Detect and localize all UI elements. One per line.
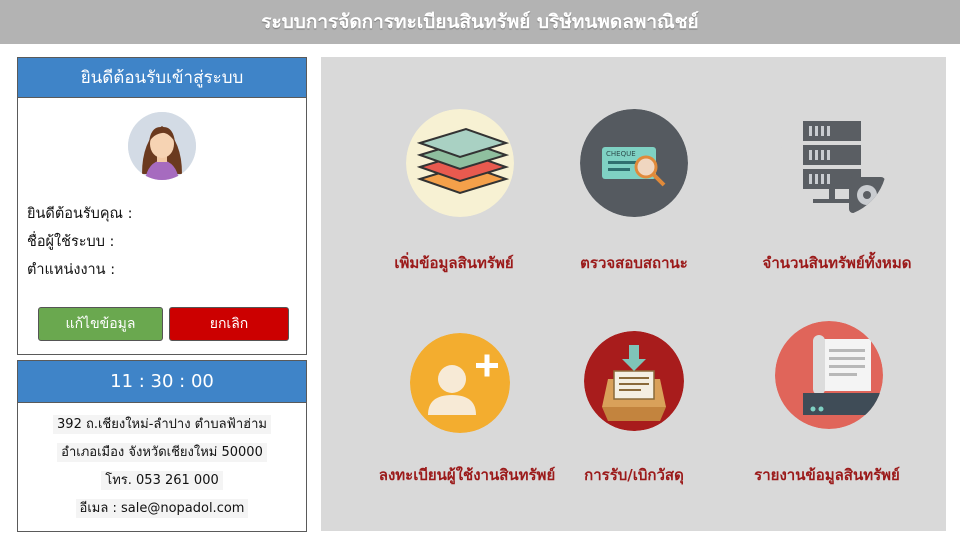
username-label: ชื่อผู้ใช้ระบบ :: [27, 234, 115, 250]
greeting-label: ยินดีต้อนรับคุณ :: [27, 206, 133, 222]
page-title: ระบบการจัดการทะเบียนสินทรัพย์ บริษัทนพดล…: [261, 11, 699, 33]
printer-report-icon: [775, 321, 883, 429]
clock-time: 11 : 30 : 00: [18, 361, 306, 403]
welcome-panel: ยินดีต้อนรับเข้าสู่ระบบ ยินดีต้อนรับคุณ …: [17, 57, 307, 355]
address-line-2: อำเภอเมือง จังหวัดเชียงใหม่ 50000: [57, 443, 267, 462]
address-line-1: 392 ถ.เชียงใหม่-ลำปาง ตำบลฟ้าฮ่าม: [53, 415, 271, 434]
user-avatar-icon: [128, 112, 196, 180]
menu-report[interactable]: รายงานข้อมูลสินทรัพย์: [727, 321, 927, 511]
menu-add-asset-label: เพิ่มข้อมูลสินทรัพย์: [394, 254, 514, 272]
header-bar: ระบบการจัดการทะเบียนสินทรัพย์ บริษัทนพดล…: [0, 0, 960, 44]
menu-total-assets-label: จำนวนสินทรัพย์ทั้งหมด: [762, 254, 912, 272]
edit-profile-button[interactable]: แก้ไขข้อมูล: [38, 307, 163, 341]
menu-check-status-label: ตรวจสอบสถานะ: [580, 254, 688, 272]
cheque-search-icon: CHEQUE: [580, 109, 688, 217]
svg-text:CHEQUE: CHEQUE: [606, 150, 636, 158]
menu-area: เพิ่มข้อมูลสินทรัพย์ CHEQUE ตรวจสอบสถานะ: [321, 57, 946, 531]
welcome-title: ยินดีต้อนรับเข้าสู่ระบบ: [18, 58, 306, 98]
user-info: ยินดีต้อนรับคุณ : ชื่อผู้ใช้ระบบ : ตำแหน…: [27, 200, 133, 284]
inbox-tray-icon: [584, 331, 684, 431]
server-rack-icon: [779, 109, 887, 217]
position-label: ตำแหน่งงาน :: [27, 262, 116, 278]
company-address: 392 ถ.เชียงใหม่-ลำปาง ตำบลฟ้าฮ่าม อำเภอเ…: [18, 411, 306, 523]
clock-panel: 11 : 30 : 00 392 ถ.เชียงใหม่-ลำปาง ตำบลฟ…: [17, 360, 307, 532]
menu-check-status[interactable]: CHEQUE ตรวจสอบสถานะ: [534, 109, 734, 299]
phone-text: โทร. 053 261 000: [101, 471, 223, 490]
email-text: อีเมล : sale@nopadol.com: [75, 499, 249, 518]
menu-total-assets[interactable]: จำนวนสินทรัพย์ทั้งหมด: [727, 109, 927, 299]
cancel-button[interactable]: ยกเลิก: [169, 307, 289, 341]
menu-report-label: รายงานข้อมูลสินทรัพย์: [754, 466, 900, 484]
menu-receive-withdraw[interactable]: การรับ/เบิกวัสดุ: [534, 331, 734, 521]
add-user-icon: [410, 333, 510, 433]
stacked-layers-icon: [406, 109, 514, 217]
menu-receive-withdraw-label: การรับ/เบิกวัสดุ: [584, 466, 684, 484]
